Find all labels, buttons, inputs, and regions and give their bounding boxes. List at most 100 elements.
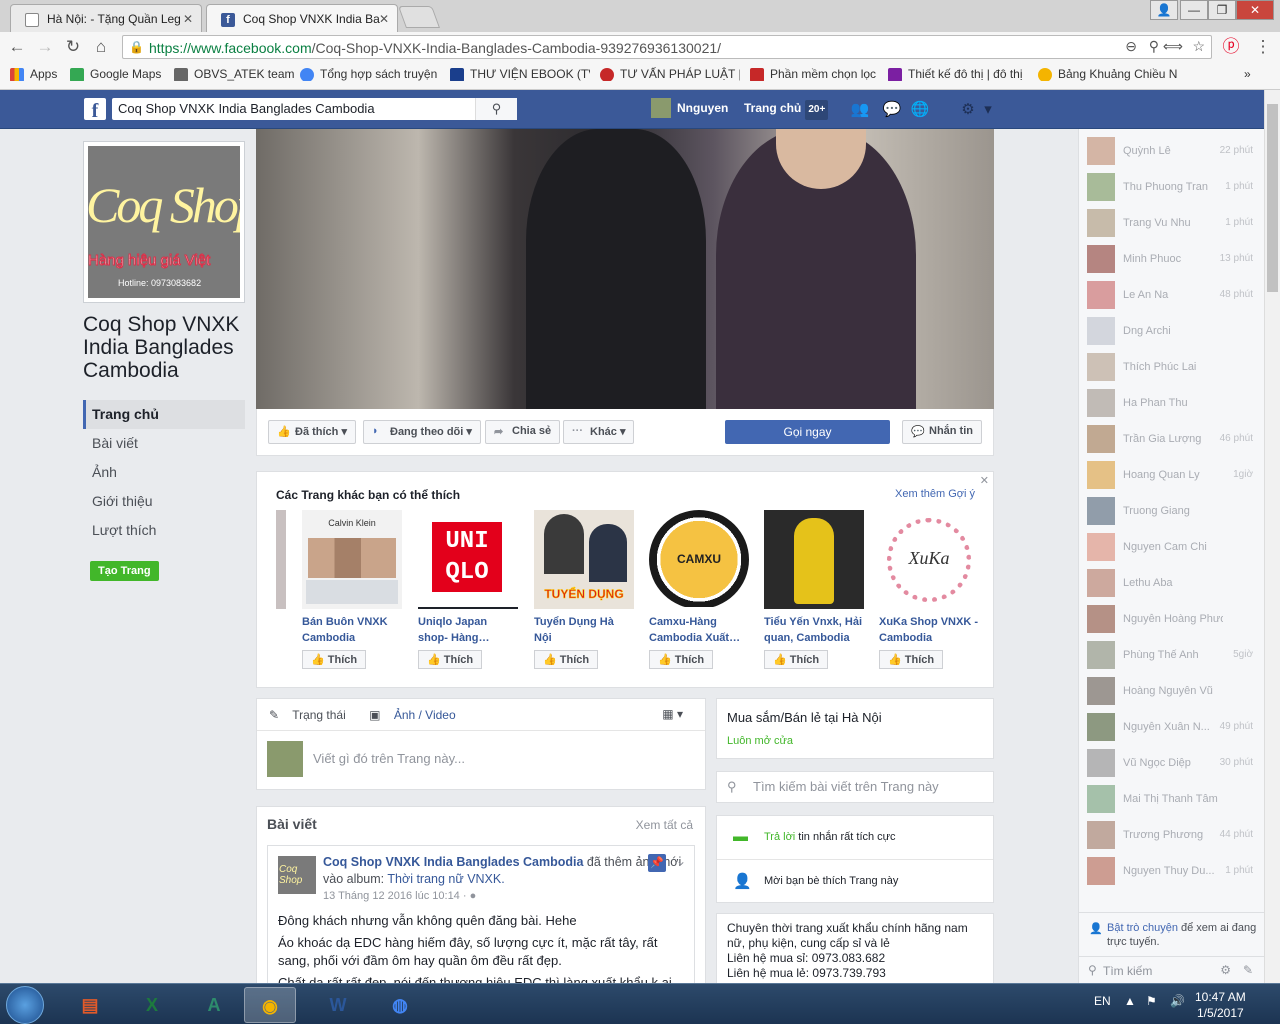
suggested-page-card[interactable]: Tiểu Yến Vnxk, Hải quan, Cambodia 👍 Thíc… [764,510,864,669]
notifications-globe-icon[interactable]: 🌐 [910,100,930,118]
chat-friend-row[interactable]: Minh Phuoc 13 phút [1087,245,1259,275]
see-more-suggestions-link[interactable]: Xem thêm Gợi ý [895,488,975,500]
volume-icon[interactable]: 🔊 [1170,994,1185,1008]
chevron-down-icon[interactable]: ⌄ [676,854,686,868]
friend-requests-icon[interactable]: 👥 [850,100,870,118]
facebook-logo-icon[interactable]: f [84,98,106,122]
office-app-icon[interactable]: ▤ [64,987,116,1023]
autocad-app-icon[interactable]: A [188,987,240,1023]
chat-friend-row[interactable]: Mai Thị Thanh Tâm [1087,785,1259,815]
nav-item-home[interactable]: Trang chủ [83,400,245,429]
scroll-prev-card[interactable] [276,510,286,609]
liked-button[interactable]: 👍 Đã thích ▾ [268,420,356,444]
like-button[interactable]: 👍 Thích [764,650,829,669]
bookmark-ebook[interactable]: THƯ VIỆN EBOOK (TV [450,67,590,81]
suggested-page-name[interactable]: Camxu-Hàng Cambodia Xuất… [649,614,749,646]
suggested-page-name[interactable]: Uniqlo Japan shop- Hàng… [418,614,518,646]
close-window-button[interactable]: ✕ [1236,0,1274,20]
home-icon[interactable]: ⌂ [90,37,112,57]
nav-item-photos[interactable]: Ảnh [83,458,245,487]
bookmark-chieu[interactable]: Bảng Khuảng Chiều N [1038,67,1178,81]
chat-friend-row[interactable]: Nguyễn Hoàng Phương [1087,605,1259,635]
flag-icon[interactable]: ⚑ [1146,994,1157,1008]
bookmark-apps[interactable]: Apps [10,67,62,81]
close-icon[interactable]: ✕ [980,474,989,487]
bookmark-sach-truyen[interactable]: Tổng hợp sách truyện [300,67,440,81]
bookmark-phan-mem[interactable]: Phần mềm chọn lọc [750,67,880,81]
start-button[interactable] [6,986,44,1024]
photo-video-tab[interactable]: ▣ Ảnh / Video [369,708,466,722]
suggested-page-card[interactable]: XuKa XuKa Shop VNXK - Cambodia 👍 Thích [879,510,979,669]
chat-search-input[interactable]: ⚲ Tìm kiếm ⚙ ✎ [1079,956,1265,984]
user-icon[interactable]: 👤 [1150,0,1178,20]
page-category[interactable]: Mua sắm/Bán lẻ tại Hà Nội [727,710,882,725]
google-earth-app-icon[interactable]: ◍ [374,987,426,1023]
pinterest-icon[interactable]: ⓟ [1220,37,1242,57]
page-profile-picture[interactable]: Coq Shop Hàng hiệu giá Việt Hotline: 097… [83,141,245,303]
zoom-icon[interactable]: ⊖ [1125,38,1137,55]
system-clock[interactable]: 10:47 AM 1/5/2017 [1195,989,1246,1021]
excel-app-icon[interactable]: X [126,987,178,1023]
translate-icon[interactable]: ⟺ [1163,38,1183,55]
chat-friend-row[interactable]: Truong Giang [1087,497,1259,527]
composer-input[interactable]: Viết gì đó trên Trang này... [313,751,465,766]
restore-button[interactable]: ❐ [1208,0,1236,20]
chat-friend-row[interactable]: Thu Phuong Tran 1 phút [1087,173,1259,203]
close-icon[interactable]: ✕ [183,12,193,26]
enable-chat-link[interactable]: Bật trò chuyện [1107,922,1178,934]
page-title[interactable]: Coq Shop VNXK India Banglades Cambodia [83,313,245,382]
scrollbar-thumb[interactable] [1267,104,1278,292]
album-link[interactable]: Thời trang nữ VNXK. [387,872,504,886]
messages-icon[interactable]: 💬 [882,100,902,118]
chat-friend-row[interactable]: Lethu Aba [1087,569,1259,599]
back-arrow-icon[interactable]: ← [6,37,28,57]
chat-friend-row[interactable]: Thích Phúc Lai [1087,353,1259,383]
chat-friend-row[interactable]: Phùng Thế Anh 5giờ [1087,641,1259,671]
page-post-search-input[interactable]: ⚲ Tìm kiếm bài viết trên Trang này [716,771,994,803]
suggested-page-name[interactable]: Tuyển Dụng Hà Nội [534,614,634,646]
compose-icon[interactable]: ✎ [1243,963,1253,977]
like-button[interactable]: 👍 Thích [302,650,367,669]
bookmark-do-thi[interactable]: Thiết kế đô thị | đô thị [888,67,1028,81]
message-button[interactable]: 💬 Nhắn tin [902,420,982,444]
chat-friend-row[interactable]: Trương Phương 44 phút [1087,821,1259,851]
like-button[interactable]: 👍 Thích [879,650,944,669]
post-author[interactable]: Coq Shop VNXK India Banglades Cambodia [323,855,583,869]
suggested-page-card[interactable]: CAMXU Camxu-Hàng Cambodia Xuất… 👍 Thích [649,510,749,669]
url-bar[interactable]: 🔒 https://www.facebook.com/Coq-Shop-VNXK… [122,35,1212,59]
suggested-page-card[interactable]: TUYỂN DỤNG Tuyển Dụng Hà Nội 👍 Thích [534,510,634,669]
nav-item-about[interactable]: Giới thiệu [83,487,245,516]
close-icon[interactable]: ✕ [379,12,389,26]
language-indicator[interactable]: EN [1094,994,1111,1008]
word-app-icon[interactable]: W [312,987,364,1023]
status-tab[interactable]: ✎ Trạng thái [269,708,356,722]
more-button[interactable]: ··· Khác ▾ [563,420,635,444]
search-icon[interactable]: ⚲ [475,98,517,120]
reload-icon[interactable]: ↻ [62,37,84,57]
chat-friend-row[interactable]: Hoang Quan Ly 1giờ [1087,461,1259,491]
settings-arrow-icon[interactable]: ▾ [978,100,998,118]
browser-tab[interactable]: Hà Nội: - Tặng Quần Leg ✕ [10,4,202,32]
bookmark-google-maps[interactable]: Google Maps [70,67,170,81]
chat-friend-row[interactable]: Le An Na 48 phút [1087,281,1259,311]
browser-tab-active[interactable]: f Coq Shop VNXK India Ba ✕ [206,4,398,32]
minimize-button[interactable]: — [1180,0,1208,20]
share-button[interactable]: ➦ Chia sẻ [485,420,561,444]
chat-friend-row[interactable]: Nguyen Cam Chi [1087,533,1259,563]
chat-friend-row[interactable]: Trang Vu Nhu 1 phút [1087,209,1259,239]
suggested-page-name[interactable]: Bán Buôn VNXK Cambodia [302,614,402,646]
following-button[interactable]: ◗ Đang theo dõi ▾ [363,420,481,444]
avatar[interactable]: Coq Shop [278,856,316,894]
chat-friend-row[interactable]: Dng Archi [1087,317,1259,347]
like-button[interactable]: 👍 Thích [418,650,483,669]
key-icon[interactable]: ⚲ [1149,38,1159,55]
suggested-page-card[interactable]: UNI QLO Uniqlo Japan shop- Hàng… 👍 Thích [418,510,518,669]
suggested-page-name[interactable]: Tiểu Yến Vnxk, Hải quan, Cambodia [764,614,864,646]
chat-friend-row[interactable]: Vũ Ngọc Diệp 30 phút [1087,749,1259,779]
post-timestamp[interactable]: 13 Tháng 12 2016 lúc 10:14 · ● [323,890,476,902]
home-link[interactable]: Trang chủ 20+ [744,98,829,120]
chat-friend-row[interactable]: Quỳnh Lê 22 phút [1087,137,1259,167]
see-all-link[interactable]: Xem tất cả [636,818,693,832]
like-button[interactable]: 👍 Thích [649,650,714,669]
chat-friend-row[interactable]: Trần Gia Lượng 46 phút [1087,425,1259,455]
